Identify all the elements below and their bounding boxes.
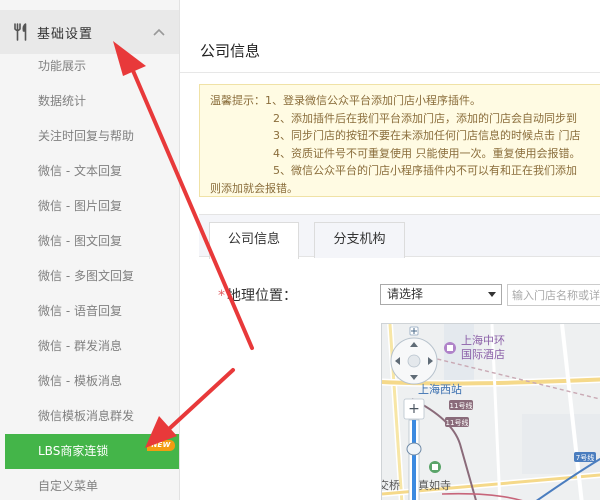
required-mark: *: [218, 288, 225, 304]
map-label-temple: 真如寺: [418, 478, 451, 492]
tab-branches[interactable]: 分支机构: [314, 222, 405, 258]
sidebar-item-voice-reply[interactable]: 微信 - 语音回复: [0, 294, 179, 329]
zoom-track: [412, 420, 416, 500]
map-label-station: 上海西站: [418, 382, 462, 396]
sidebar-item-text-reply[interactable]: 微信 - 文本回复: [0, 154, 179, 189]
svg-text:7号线: 7号线: [576, 453, 594, 462]
notice-line: 2、添加插件后在我们平台添加门店，添加的门店会自动同步到: [273, 111, 577, 125]
sidebar-item-follow-reply-help[interactable]: 关注时回复与帮助: [0, 119, 179, 154]
map-label-bridge: 交桥: [382, 478, 400, 492]
main-content: 公司信息 温馨提示：1、登录微信公众平台添加门店小程序插件。 2、添加插件后在我…: [180, 0, 600, 500]
hotel-pin-icon[interactable]: [444, 342, 456, 354]
svg-text:11号线: 11号线: [450, 401, 473, 410]
store-search-input[interactable]: [507, 284, 600, 306]
notice-line: 温馨提示：1、登录微信公众平台添加门店小程序插件。: [210, 94, 481, 107]
tools-icon: [14, 23, 27, 41]
tab-company-info[interactable]: 公司信息: [209, 222, 299, 259]
sidebar-item-mass-message[interactable]: 微信 - 群发消息: [0, 329, 179, 364]
page-title: 公司信息: [200, 42, 261, 60]
dropdown-arrow-icon: [488, 292, 496, 297]
svg-text:11号线: 11号线: [446, 418, 469, 427]
zoom-slider-icon[interactable]: [406, 442, 422, 456]
sidebar-item-statistics[interactable]: 数据统计: [0, 84, 179, 119]
sidebar-item-template-message[interactable]: 微信 - 模板消息: [0, 364, 179, 399]
metro-badge-11-b: 11号线: [445, 417, 469, 427]
notice-line: 3、同步门店的按钮不要在未添加任何门店信息的时候点击 门店: [273, 129, 581, 142]
metro-badge-11-a: 11号线: [449, 400, 473, 410]
notice-box: 温馨提示：1、登录微信公众平台添加门店小程序插件。 2、添加插件后在我们平台添加…: [199, 84, 600, 197]
sidebar-item-multi-news-reply[interactable]: 微信 - 多图文回复: [0, 259, 179, 294]
map-label-hotel2: 国际酒店: [461, 347, 505, 361]
metro-badge-7: 7号线: [574, 452, 596, 462]
sidebar-item-image-reply[interactable]: 微信 - 图片回复: [0, 189, 179, 224]
notice-line: 则添加就会报错。: [210, 181, 298, 195]
title-divider: [180, 72, 600, 73]
notice-line: 5、微信公众平台的门店小程序插件内不可以有和正在我们添加: [273, 164, 577, 177]
sidebar-item-template-mass-send[interactable]: 微信模板消息群发: [0, 399, 179, 434]
map-label-hotel: 上海中环: [461, 333, 505, 347]
map-canvas[interactable]: 11号线 11号线 7号线 上海中环 国际酒店 M 上海西站: [382, 324, 600, 500]
chevron-up-icon[interactable]: [152, 27, 166, 37]
sidebar-section-header[interactable]: 基础设置: [0, 10, 179, 54]
svg-text:+: +: [408, 401, 420, 417]
tabs-bar: 公司信息 分支机构: [199, 214, 600, 259]
sidebar-item-news-reply[interactable]: 微信 - 图文回复: [0, 224, 179, 259]
map[interactable]: 11号线 11号线 7号线 上海中环 国际酒店 M 上海西站: [381, 323, 600, 500]
sidebar-item-custom-menu[interactable]: 自定义菜单: [0, 469, 179, 500]
temple-pin-icon[interactable]: [429, 461, 441, 473]
sidebar-item-lbs-chain[interactable]: LBS商家连锁 NEW: [5, 434, 179, 469]
sidebar: 基础设置 功能展示 数据统计 关注时回复与帮助 微信 - 文本回复 微信 - 图…: [0, 0, 180, 500]
province-select[interactable]: 请选择: [380, 284, 502, 305]
geo-location-label: * 地理位置：: [218, 288, 297, 304]
sidebar-item-feature-display[interactable]: 功能展示: [0, 49, 179, 84]
new-badge: NEW: [147, 440, 175, 451]
notice-line: 4、资质证件号不可重复使用 只能使用一次。重复使用会报错。: [273, 146, 581, 160]
sidebar-section-title: 基础设置: [37, 27, 94, 42]
